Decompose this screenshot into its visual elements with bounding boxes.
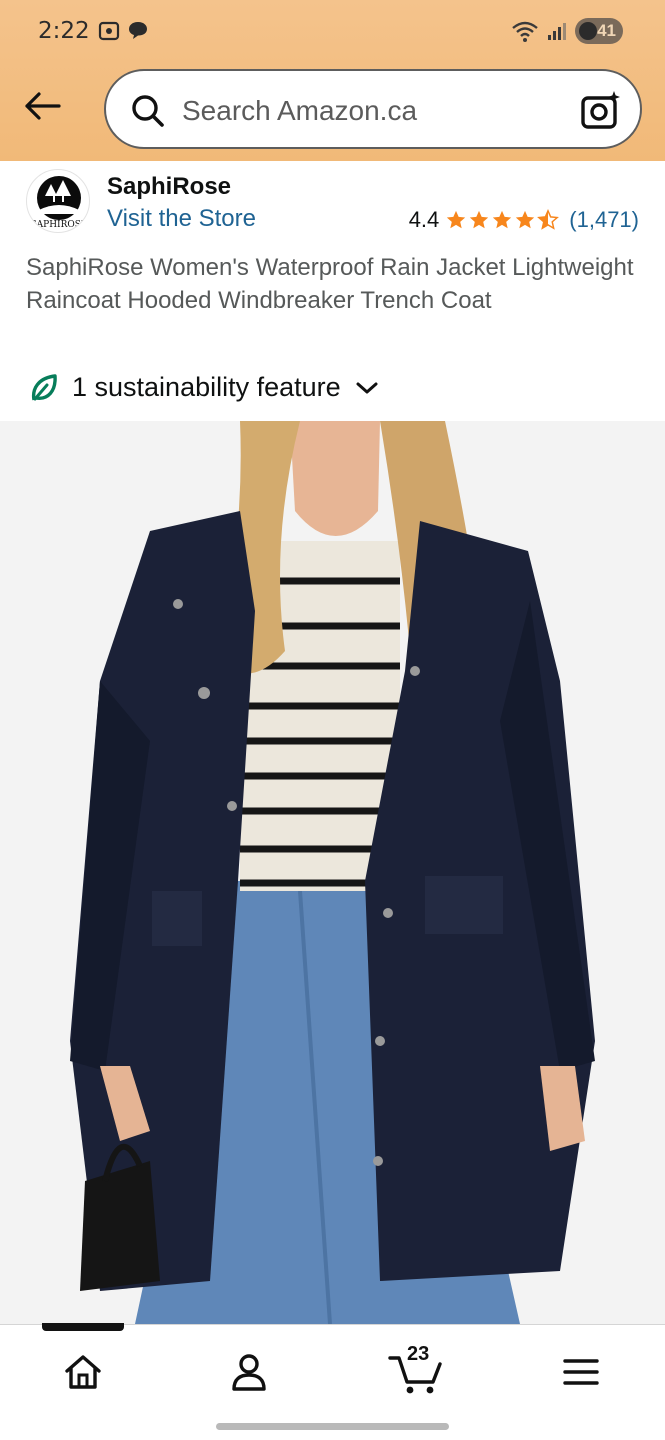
battery-saver-icon <box>579 22 597 40</box>
status-icons <box>97 19 149 43</box>
star-rating <box>445 209 560 231</box>
cart-count: 23 <box>407 1343 430 1365</box>
back-arrow-icon <box>25 92 61 120</box>
leaf-icon <box>31 373 57 400</box>
rating-value: 4.4 <box>408 207 440 232</box>
screenshot-icon <box>98 21 120 41</box>
battery-level: 41 <box>597 21 616 40</box>
search-bar[interactable]: Search Amazon.ca <box>104 69 642 149</box>
home-icon <box>65 1355 101 1389</box>
signal-icon <box>548 23 566 40</box>
battery-indicator: 41 <box>575 18 623 44</box>
rating-summary[interactable]: 4.4 (1,471) <box>409 207 639 233</box>
brand-logo-image: SAPHIROSE <box>30 176 88 230</box>
menu-icon <box>563 1359 599 1385</box>
sustainability-label: 1 sustainability feature <box>72 372 341 402</box>
nav-cart[interactable]: 23 <box>385 1343 445 1397</box>
star-icon <box>516 210 535 229</box>
product-photo <box>0 421 665 1324</box>
header: 2:22 41 Search Amazon.ca <box>0 0 665 161</box>
half-star-icon <box>537 209 560 230</box>
product-image[interactable] <box>0 421 665 1324</box>
account-icon <box>232 1354 266 1391</box>
star-icon <box>493 210 512 229</box>
active-tab-indicator <box>42 1323 124 1331</box>
wifi-icon <box>512 21 538 42</box>
chat-icon <box>129 22 147 39</box>
sustainability-feature[interactable]: 1 sustainability feature <box>30 372 379 403</box>
camera-search-icon[interactable] <box>580 89 622 131</box>
status-time: 2:22 <box>38 18 90 44</box>
brand-name: SaphiRose <box>107 173 232 200</box>
bottom-navigation: 23 <box>0 1323 665 1440</box>
search-input[interactable]: Search Amazon.ca <box>182 95 417 127</box>
status-bar: 2:22 41 <box>0 0 665 64</box>
visit-store-link[interactable]: Visit the Store <box>107 205 256 233</box>
nav-menu[interactable] <box>551 1347 611 1397</box>
brand-logo[interactable]: SAPHIROSE <box>26 169 90 233</box>
star-icon <box>470 210 489 229</box>
star-icon <box>447 210 466 229</box>
product-title: SaphiRose Women's Waterproof Rain Jacket… <box>26 254 634 314</box>
status-right: 41 <box>511 18 623 44</box>
back-button[interactable] <box>20 84 64 128</box>
gesture-bar[interactable] <box>216 1423 449 1430</box>
amazon-product-page: 2:22 41 Search Amazon.ca SAPHIROSE Saphi… <box>0 0 665 1440</box>
brand-logo-text: SAPHIROSE <box>30 220 87 230</box>
nav-home[interactable] <box>53 1347 113 1397</box>
nav-account[interactable] <box>219 1347 279 1397</box>
chevron-down-icon <box>356 382 378 393</box>
search-icon <box>132 95 164 127</box>
review-count[interactable]: (1,471) <box>569 207 639 233</box>
